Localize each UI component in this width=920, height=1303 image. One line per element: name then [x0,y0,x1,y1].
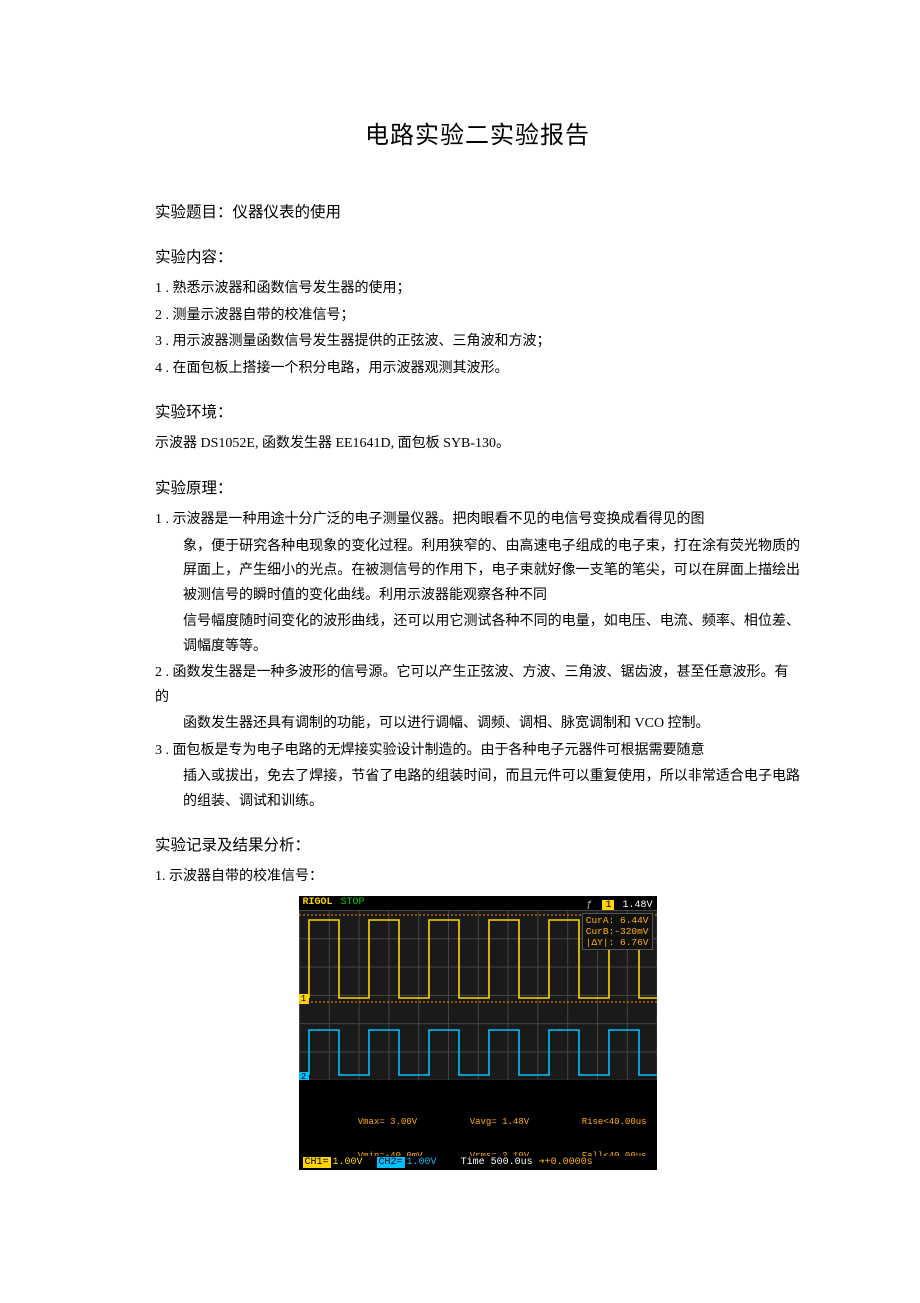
oscilloscope-figure: RIGOL STOP ƒ 1 1.48V 1 2 [299,896,657,1170]
list-text: 在面包板上搭接一个积分电路，用示波器观测其波形。 [173,361,509,376]
list-item: 4 . 在面包板上搭接一个积分电路，用示波器观测其波形。 [155,357,800,382]
list-number: 4 . [155,361,169,376]
ch1-scale: CH1=1.00V [303,1154,363,1170]
paragraph: 象，便于研究各种电现象的变化过程。利用狭窄的、由高速电子组成的电子束，打在涂有荧… [183,535,800,609]
meas-row: Rise<40.00us [582,1117,657,1128]
list-number: 3 . [155,743,169,758]
list-item: 3 . 面包板是专为电子电路的无焊接实验设计制造的。由于各种电子元器件可根据需要… [155,739,800,764]
cursor-delta: |ΔY|: 6.76V [586,937,649,948]
list-item: 2 . 函数发生器是一种多波形的信号源。它可以产生正弦波、方波、三角波、锯齿波，… [155,661,800,710]
scope-topbar: RIGOL STOP ƒ 1 1.48V [299,896,657,910]
list-number: 1 . [155,512,169,527]
result-item: 1. 示波器自带的校准信号： [155,865,800,890]
section-results: 实验记录及结果分析： [155,832,800,859]
list-item: 1 . 示波器是一种用途十分广泛的电子测量仪器。把肉眼看不见的电信号变换成看得见… [155,508,800,533]
cursor-a: CurA: 6.44V [586,915,649,926]
list-item: 1 . 熟悉示波器和函数信号发生器的使用； [155,277,800,302]
cursor-b: CurB:-320mV [586,926,649,937]
list-item: 3 . 用示波器测量函数信号发生器提供的正弦波、三角波和方波； [155,330,800,355]
list-text: 函数发生器是一种多波形的信号源。它可以产生正弦波、方波、三角波、锯齿波，甚至任意… [155,665,789,705]
time-offset: ➔+0.0000s [539,1154,593,1170]
page-title: 电路实验二实验报告 [155,115,800,157]
indent-paragraph: 插入或拔出，免去了焊接，节省了电路的组装时间，而且元件可以重复使用，所以非常适合… [155,765,800,814]
document-page: 电路实验二实验报告 实验题目：仪器仪表的使用 实验内容： 1 . 熟悉示波器和函… [0,0,920,1303]
ch2-scale: CH2=1.00V [377,1154,437,1170]
scope-plot-area: 1 2 CurA: 6.44V CurB:-320mV |ΔY|: 6.76V [299,910,657,1080]
section-experiment-topic: 实验题目：仪器仪表的使用 [155,199,800,226]
timebase: Time 500.0us [461,1154,533,1170]
list-number: 3 . [155,334,169,349]
list-text: 用示波器测量函数信号发生器提供的正弦波、三角波和方波； [173,334,551,349]
list-text: 示波器是一种用途十分广泛的电子测量仪器。把肉眼看不见的电信号变换成看得见的图 [173,512,705,527]
list-text: 面包板是专为电子电路的无焊接实验设计制造的。由于各种电子元器件可根据需要随意 [173,743,705,758]
paragraph: 插入或拔出，免去了焊接，节省了电路的组装时间，而且元件可以重复使用，所以非常适合… [183,765,800,814]
scope-cursor-box: CurA: 6.44V CurB:-320mV |ΔY|: 6.76V [582,913,653,950]
environment-body: 示波器 DS1052E, 函数发生器 EE1641D, 面包板 SYB-130。 [155,432,800,457]
section-environment: 实验环境： [155,399,800,426]
list-number: 2 . [155,308,169,323]
scope-bottom-bar: CH1=1.00V CH2=1.00V Time 500.0us ➔+0.000… [299,1156,657,1170]
list-text: 测量示波器自带的校准信号； [173,308,355,323]
meas-row: Vavg= 1.48V [470,1117,582,1128]
indent-paragraph: 函数发生器还具有调制的功能，可以进行调幅、调频、调相、脉宽调制和 VCO 控制。 [155,712,800,737]
oscilloscope-screen: RIGOL STOP ƒ 1 1.48V 1 2 [299,896,657,1170]
section-experiment-content: 实验内容： [155,244,800,271]
list-number: 2 . [155,665,169,680]
list-text: 熟悉示波器和函数信号发生器的使用； [173,281,411,296]
paragraph: 信号幅度随时间变化的波形曲线，还可以用它测试各种不同的电量，如电压、电流、频率、… [183,610,800,659]
list-number: 1 . [155,281,169,296]
paragraph: 函数发生器还具有调制的功能，可以进行调幅、调频、调相、脉宽调制和 VCO 控制。 [183,712,800,737]
list-item: 2 . 测量示波器自带的校准信号； [155,304,800,329]
indent-paragraph: 象，便于研究各种电现象的变化过程。利用狭窄的、由高速电子组成的电子束，打在涂有荧… [155,535,800,660]
meas-row: Vmax= 3.00V [358,1117,470,1128]
section-principle: 实验原理： [155,475,800,502]
